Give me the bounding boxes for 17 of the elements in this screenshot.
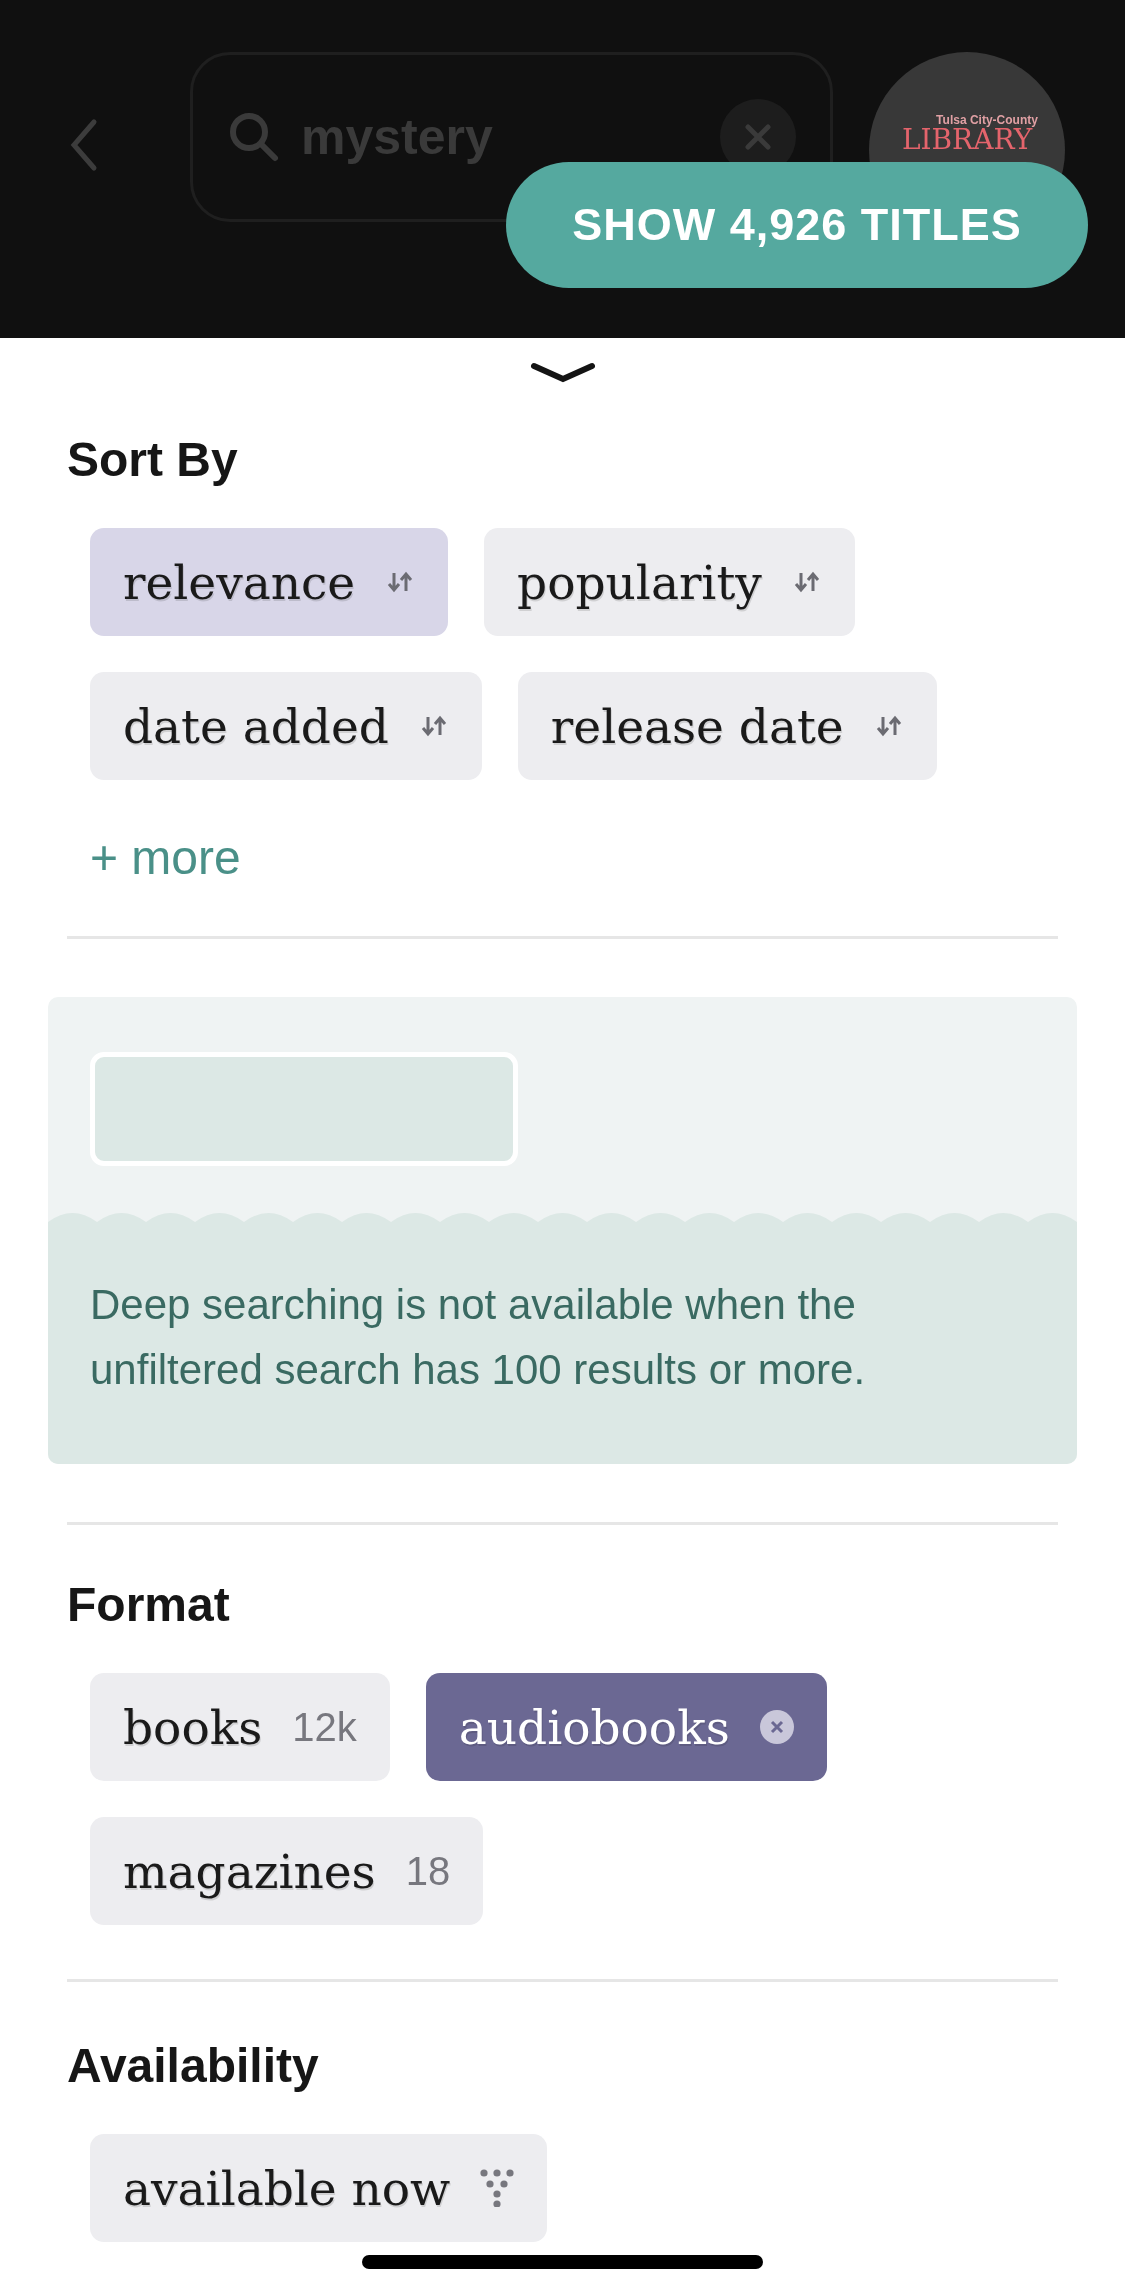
remove-icon[interactable] xyxy=(759,1710,794,1744)
filter-chip[interactable]: relevance xyxy=(90,528,449,636)
search-icon xyxy=(227,110,281,164)
section-heading: Format xyxy=(67,1581,231,1629)
deep-search-message: Deep searching is not available when the unfiltered search has 100 results or more. xyxy=(90,1280,867,1395)
filter-chip[interactable]: available now xyxy=(90,2134,548,2242)
dots-triangle-icon xyxy=(480,2169,515,2207)
filter-chip[interactable]: release date xyxy=(517,672,937,780)
filter-chip[interactable]: date added xyxy=(90,672,482,780)
filter-chip[interactable]: audiobooks xyxy=(425,1673,827,1781)
collapse-chevron-icon[interactable] xyxy=(529,362,596,384)
more-link[interactable]: + more xyxy=(90,831,241,884)
section-heading: Sort By xyxy=(67,436,239,484)
filter-chip[interactable]: books 12k xyxy=(90,1673,390,1781)
section-heading: Availability xyxy=(67,2042,320,2090)
filter-chip[interactable]: popularity xyxy=(484,528,855,636)
filter-chip[interactable]: magazines 18 xyxy=(90,1817,484,1925)
